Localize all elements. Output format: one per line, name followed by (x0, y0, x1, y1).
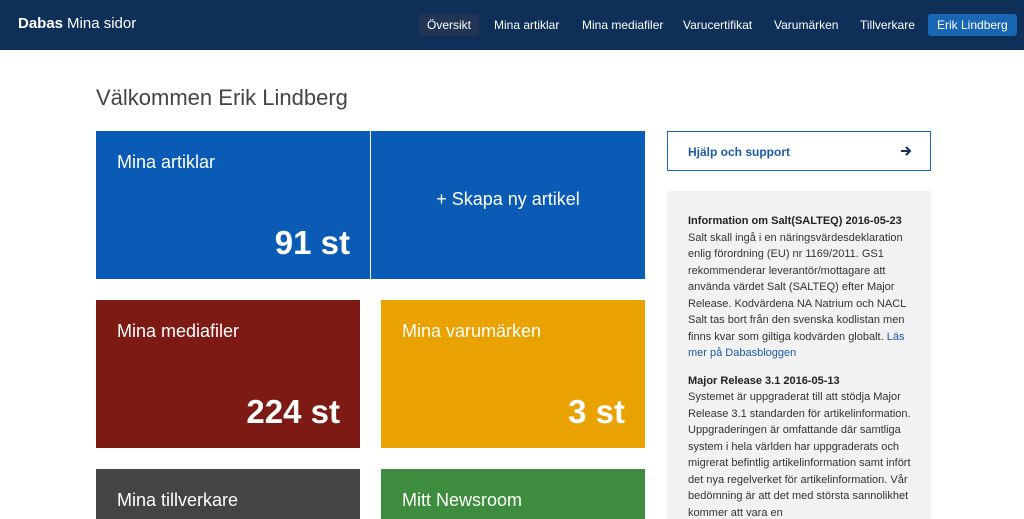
user-menu-button[interactable]: Erik Lindberg (928, 14, 1017, 36)
tile-count: 91 st (274, 224, 350, 261)
tile-title: Mina artiklar (117, 152, 216, 172)
news-title: Major Release 3.1 2016-05-13 (688, 374, 840, 387)
tile-mina-mediafiler[interactable]: Mina mediafiler 224 st (96, 300, 360, 448)
tile-mina-tillverkare[interactable]: Mina tillverkare (96, 469, 360, 519)
tile-title: Mina varumärken (402, 321, 542, 341)
tile-title: Mina tillverkare (117, 490, 239, 510)
nav-item-mina-artiklar[interactable]: Mina artiklar (486, 14, 567, 36)
top-navbar: Dabas Mina sidor Översikt Mina artiklar M… (0, 0, 1024, 50)
tile-count: 224 st (246, 393, 340, 430)
nav-item-tillverkare[interactable]: Tillverkare (852, 14, 923, 36)
brand-name: Dabas (18, 15, 64, 32)
tile-mina-artiklar[interactable]: Mina artiklar 91 st (96, 131, 370, 279)
tile-mitt-newsroom[interactable]: Mitt Newsroom (381, 469, 645, 519)
nav-item-mina-mediafiler[interactable]: Mina mediafiler (574, 14, 671, 36)
news-item: Major Release 3.1 2016-05-13 Systemet är… (688, 373, 914, 519)
page-title: Välkommen Erik Lindberg (96, 85, 348, 110)
tile-title: Mina mediafiler (117, 321, 240, 341)
tile-skapa-ny-artikel[interactable]: + Skapa ny artikel (371, 131, 645, 279)
help-support-button[interactable]: Hjälp och support (667, 131, 931, 171)
tile-count: 3 st (568, 393, 625, 430)
news-body: Systemet är uppgraderat till att stödja … (688, 391, 911, 519)
brand-subtitle: Mina sidor (67, 15, 137, 32)
tile-mina-varumarken[interactable]: Mina varumärken 3 st (381, 300, 645, 448)
news-item: Information om Salt(SALTEQ) 2016-05-23 S… (688, 213, 914, 362)
news-title: Information om Salt(SALTEQ) 2016-05-23 (688, 215, 902, 227)
tile-title: Mitt Newsroom (402, 490, 523, 510)
news-panel: Information om Salt(SALTEQ) 2016-05-23 S… (667, 191, 931, 519)
nav-item-varumarken[interactable]: Varumärken (766, 14, 846, 36)
news-body: Salt skall ingå i en näringsvärdesdeklar… (688, 231, 906, 343)
help-support-label: Hjälp och support (688, 145, 790, 159)
arrow-right-icon (901, 146, 912, 156)
nav-item-varucertifikat[interactable]: Varucertifikat (675, 14, 760, 36)
create-article-label: + Skapa ny artikel (436, 189, 580, 209)
brand-logo[interactable]: Dabas Mina sidor (18, 15, 136, 32)
nav-item-oversikt[interactable]: Översikt (419, 14, 480, 36)
